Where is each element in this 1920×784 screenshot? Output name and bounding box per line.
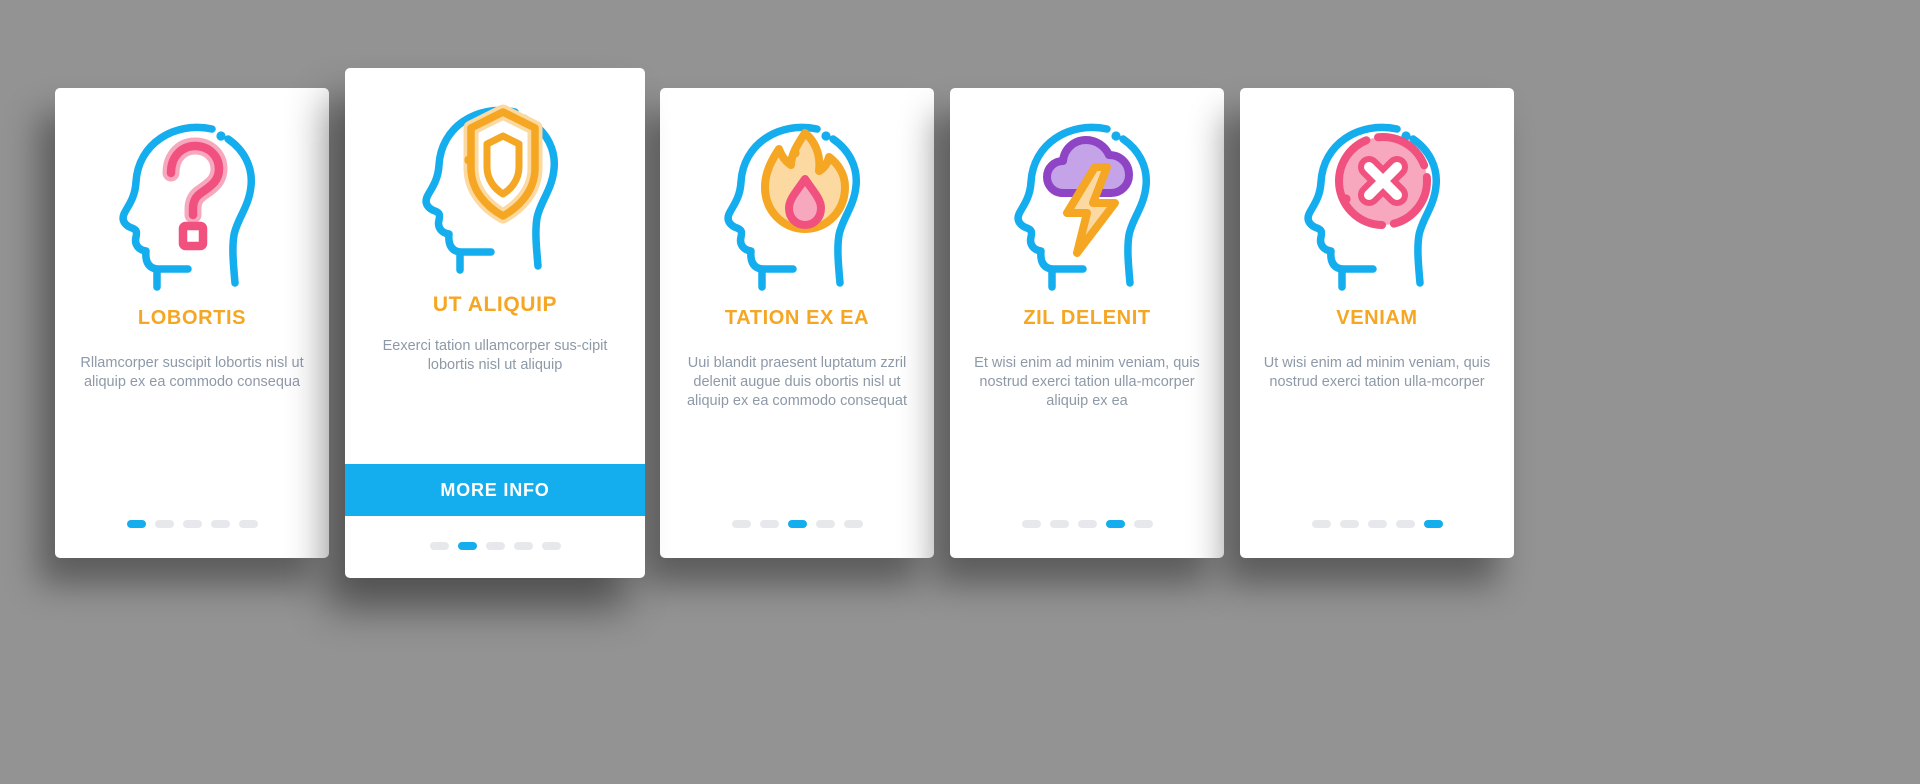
pagination-dot[interactable] bbox=[1339, 520, 1359, 528]
pagination-dot[interactable] bbox=[238, 520, 258, 528]
pagination-dot[interactable] bbox=[513, 542, 533, 550]
card-zil-delenit[interactable]: ZIL DELENIT Et wisi enim ad minim veniam,… bbox=[950, 88, 1224, 558]
card-content: UT ALIQUIP Eexerci tation ullamcorper sus… bbox=[345, 68, 645, 464]
card-body-text: Uui blandit praesent luptatum zzril dele… bbox=[686, 355, 908, 410]
pagination-dots bbox=[1311, 520, 1443, 528]
onboarding-screens-stage: LOBORTIS Rllamcorper suscipit lobortis ni… bbox=[0, 0, 1920, 784]
pagination-dot[interactable] bbox=[541, 542, 561, 550]
card-body-text: Ut wisi enim ad minim veniam, quis nostr… bbox=[1263, 355, 1491, 391]
card-title: UT ALIQUIP bbox=[432, 293, 558, 316]
pagination-dot-active[interactable] bbox=[1105, 520, 1125, 528]
card-body-text: Et wisi enim ad minim veniam, quis nostr… bbox=[974, 355, 1200, 410]
pagination-dot-active[interactable] bbox=[126, 520, 146, 528]
card-ut-aliquip[interactable]: UT ALIQUIP Eexerci tation ullamcorper sus… bbox=[345, 68, 645, 578]
pagination-dot[interactable] bbox=[1367, 520, 1387, 528]
pagination-dot[interactable] bbox=[485, 542, 505, 550]
pagination-dots bbox=[126, 520, 258, 528]
pagination-dot[interactable] bbox=[429, 542, 449, 550]
pagination-dot[interactable] bbox=[210, 520, 230, 528]
card-title: TATION EX EA bbox=[724, 307, 870, 329]
more-info-button[interactable]: MORE INFO bbox=[345, 464, 645, 516]
pagination-dot[interactable] bbox=[759, 520, 779, 528]
card-title: VENIAM bbox=[1336, 307, 1418, 329]
pagination-dot-active[interactable] bbox=[1423, 520, 1443, 528]
card-title: LOBORTIS bbox=[137, 307, 247, 329]
card-content: LOBORTIS Rllamcorper suscipit lobortis ni… bbox=[55, 88, 329, 520]
head-x-circle-icon bbox=[1240, 88, 1514, 298]
pagination-dots bbox=[429, 542, 561, 550]
card-title: ZIL DELENIT bbox=[1023, 307, 1151, 329]
head-question-mark-icon bbox=[55, 88, 329, 298]
pagination-dot[interactable] bbox=[154, 520, 174, 528]
head-x-circle-icon bbox=[1304, 123, 1440, 291]
pagination-dot[interactable] bbox=[1049, 520, 1069, 528]
head-shield-icon bbox=[345, 68, 645, 284]
pagination-dot-active[interactable] bbox=[787, 520, 807, 528]
pagination-dot[interactable] bbox=[182, 520, 202, 528]
card-veniam[interactable]: VENIAM Ut wisi enim ad minim veniam, quis… bbox=[1240, 88, 1514, 558]
card-content: TATION EX EA Uui blandit praesent luptatu… bbox=[660, 88, 934, 520]
card-body-text: Rllamcorper suscipit lobortis nisl ut al… bbox=[80, 355, 304, 391]
pagination-dot[interactable] bbox=[815, 520, 835, 528]
card-content: ZIL DELENIT Et wisi enim ad minim veniam,… bbox=[950, 88, 1224, 520]
pagination-dot[interactable] bbox=[1077, 520, 1097, 528]
head-storm-cloud-icon bbox=[950, 88, 1224, 298]
card-tation-ex-ea[interactable]: TATION EX EA Uui blandit praesent luptatu… bbox=[660, 88, 934, 558]
head-fire-icon bbox=[660, 88, 934, 298]
pagination-dot[interactable] bbox=[1021, 520, 1041, 528]
pagination-dot-active[interactable] bbox=[457, 542, 477, 550]
pagination-dots bbox=[1021, 520, 1153, 528]
pagination-dot[interactable] bbox=[1133, 520, 1153, 528]
head-question-mark-icon bbox=[119, 123, 255, 291]
pagination-dot[interactable] bbox=[1311, 520, 1331, 528]
card-lobortis[interactable]: LOBORTIS Rllamcorper suscipit lobortis ni… bbox=[55, 88, 329, 558]
head-storm-cloud-icon bbox=[1014, 123, 1150, 291]
pagination-dot[interactable] bbox=[1395, 520, 1415, 528]
pagination-dot[interactable] bbox=[843, 520, 863, 528]
head-fire-icon bbox=[724, 123, 860, 291]
head-shield-icon bbox=[422, 104, 558, 274]
card-content: VENIAM Ut wisi enim ad minim veniam, quis… bbox=[1240, 88, 1514, 520]
pagination-dots bbox=[731, 520, 863, 528]
card-body-text: Eexerci tation ullamcorper sus-cipit lob… bbox=[382, 338, 608, 374]
pagination-dot[interactable] bbox=[731, 520, 751, 528]
